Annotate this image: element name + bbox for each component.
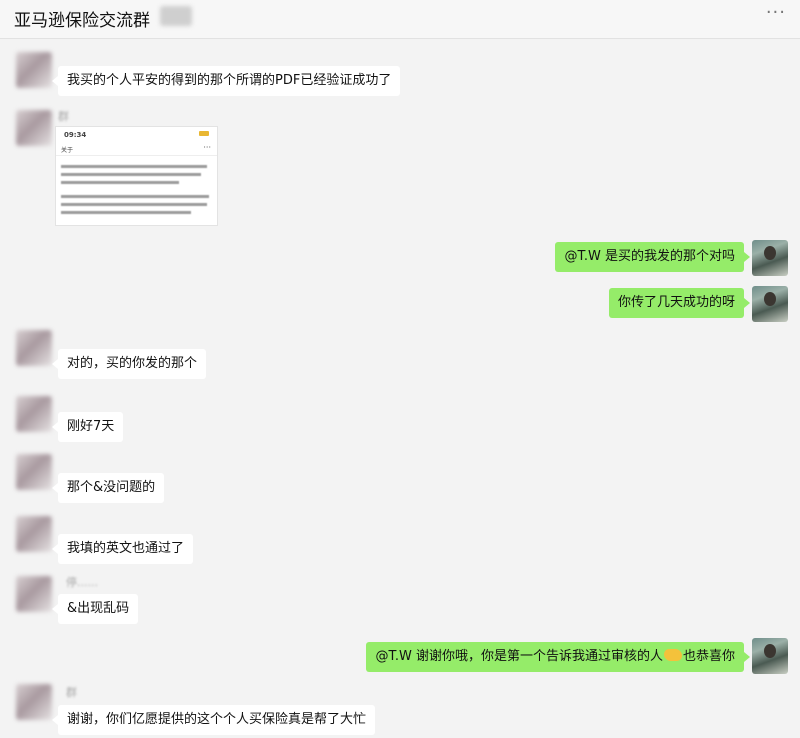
avatar[interactable] — [16, 110, 52, 146]
message-bubble[interactable]: &出现乱码 — [51, 594, 139, 624]
message-bubble-self[interactable]: @T.W 是买的我发的那个对吗 — [555, 242, 750, 272]
message-bubble-self[interactable]: @T.W 谢谢你哦，你是第一个告诉我通过审核的人 也恭喜你 — [366, 642, 750, 672]
avatar-self[interactable] — [752, 286, 788, 322]
avatar[interactable] — [16, 576, 52, 612]
message-text: @T.W 谢谢你哦，你是第一个告诉我通过审核的人 — [375, 649, 663, 664]
chat-title: 亚马逊保险交流群 — [14, 11, 150, 31]
message-bubble[interactable]: 谢谢，你们亿愿提供的这个个人买保险真是帮了大忙 — [51, 705, 376, 735]
chat-header: 亚马逊保险交流群 ··· — [0, 0, 800, 39]
handshake-icon — [663, 649, 682, 661]
message-bubble[interactable]: 对的，买的你发的那个 — [51, 349, 207, 379]
message-bubble[interactable]: 我填的英文也通过了 — [51, 534, 194, 564]
more-icon[interactable]: ··· — [766, 2, 786, 23]
avatar[interactable] — [16, 396, 52, 432]
avatar-self[interactable] — [752, 638, 788, 674]
avatar[interactable] — [16, 330, 52, 366]
sender-name: 群 — [58, 110, 69, 123]
member-count-blurred — [160, 6, 192, 26]
screenshot-more-icon: ··· — [203, 143, 211, 152]
screenshot-text-line — [61, 173, 201, 176]
screenshot-text-line — [61, 195, 209, 198]
sender-name: 停...... — [66, 576, 98, 589]
message-bubble[interactable]: 我买的个人平安的得到的那个所谓的PDF已经验证成功了 — [51, 66, 401, 96]
image-message[interactable]: 09:34 关于 ··· — [55, 126, 218, 226]
avatar[interactable] — [16, 684, 52, 720]
screenshot-nav-bar — [56, 143, 217, 156]
sender-name-blurred: 群 — [66, 686, 77, 699]
message-text: 也恭喜你 — [682, 649, 735, 664]
screenshot-text-line — [61, 165, 207, 168]
status-time: 09:34 — [64, 131, 87, 139]
screenshot-text-line — [61, 211, 191, 214]
message-bubble[interactable]: 那个&没问题的 — [51, 473, 165, 503]
message-bubble[interactable]: 刚好7天 — [51, 412, 124, 442]
screenshot-text-line — [61, 181, 179, 184]
avatar[interactable] — [16, 516, 52, 552]
screenshot-text-line — [61, 203, 207, 206]
battery-icon — [199, 131, 209, 136]
avatar[interactable] — [16, 52, 52, 88]
message-bubble-self[interactable]: 你传了几天成功的呀 — [608, 288, 751, 318]
avatar-self[interactable] — [752, 240, 788, 276]
avatar[interactable] — [16, 454, 52, 490]
screenshot-nav-title: 关于 — [61, 147, 74, 154]
